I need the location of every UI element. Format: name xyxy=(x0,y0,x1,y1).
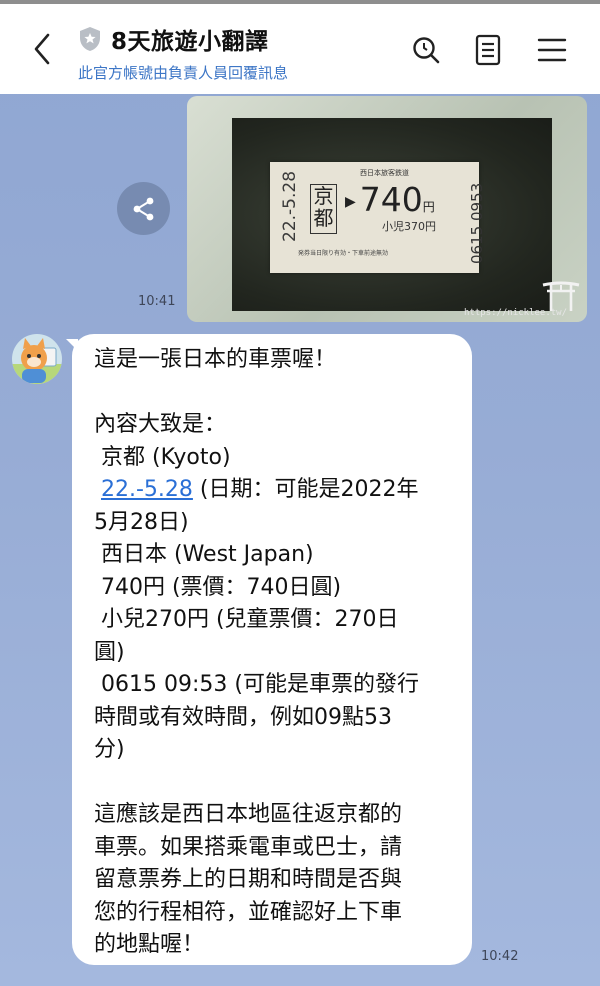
arrow-right-icon: ▶ xyxy=(345,193,356,210)
torii-logo-icon xyxy=(542,281,580,311)
reply-line: 內容大致是： xyxy=(94,412,227,437)
back-button[interactable] xyxy=(22,24,62,74)
reply-line: 車票。如果搭乘電車或巴士，請 xyxy=(94,834,403,860)
hamburger-menu-icon xyxy=(537,38,567,62)
official-shield-icon xyxy=(80,27,100,51)
menu-button[interactable] xyxy=(534,32,570,68)
sent-photo[interactable]: 22.-5.28 京都 西日本旅客鉄道 ▶ 740円 小児370円 発券当日限り有… xyxy=(187,96,587,322)
chevron-left-icon xyxy=(34,33,50,65)
cat-mascot-icon xyxy=(12,338,62,384)
account-subtitle: 此官方帳號由負責人員回覆訊息 xyxy=(78,64,289,82)
bot-avatar[interactable] xyxy=(12,334,62,384)
ticket-station: 京都 xyxy=(310,184,337,234)
ticket-serial: 0615 0953 xyxy=(468,182,486,264)
ticket-price: ▶ 740円 xyxy=(345,180,435,219)
title-row[interactable]: 8天旅遊小翻譯 xyxy=(78,22,269,56)
reply-line-prefix xyxy=(94,477,101,502)
reply-line: 這是一張日本的車票喔！ xyxy=(94,347,337,372)
date-link[interactable]: 22.-5.28 xyxy=(101,477,193,502)
reply-line: 時間或有效時間，例如09點53 xyxy=(94,704,392,730)
ticket-price-value: 740 xyxy=(359,180,423,219)
search-icon xyxy=(413,37,440,64)
ticket-note: 発券当日限り有効・下車前途無効 xyxy=(298,250,389,257)
ticket-child-price: 小児370円 xyxy=(382,220,436,233)
photo-timestamp: 10:41 xyxy=(138,294,176,309)
reply-line: 京都 (Kyoto) xyxy=(94,444,231,470)
share-button[interactable] xyxy=(117,182,170,235)
reply-line: 小兒270円 (兒童票價：270日 xyxy=(94,607,399,632)
reply-timestamp: 10:42 xyxy=(481,949,519,964)
ticket-company: 西日本旅客鉄道 xyxy=(360,169,409,177)
reply-line: 分) xyxy=(94,737,125,762)
reply-line-suffix: (日期：可能是2022年 xyxy=(192,477,419,502)
ticket-date: 22.-5.28 xyxy=(280,170,300,242)
notes-button[interactable] xyxy=(470,32,506,68)
chat-area[interactable]: 22.-5.28 京都 西日本旅客鉄道 ▶ 740円 小児370円 発券当日限り有… xyxy=(0,94,600,986)
reply-line: 留意票券上的日期和時間是否與 xyxy=(94,867,403,892)
share-icon xyxy=(133,197,153,220)
train-ticket: 22.-5.28 京都 西日本旅客鉄道 ▶ 740円 小児370円 発券当日限り有… xyxy=(270,162,486,273)
reply-line: 5月28日) xyxy=(94,509,189,535)
note-icon xyxy=(475,34,501,66)
reply-line: 西日本 (West Japan) xyxy=(94,542,314,567)
chat-header: 8天旅遊小翻譯 此官方帳號由負責人員回覆訊息 xyxy=(0,0,600,94)
reply-line: 這應該是西日本地區往返京都的 xyxy=(94,802,403,827)
reply-line: 您的行程相符，並確認好上下車 xyxy=(94,899,403,925)
reply-line: 的地點喔！ xyxy=(94,932,205,957)
reply-line-with-link: 22.-5.28 (日期：可能是2022年 xyxy=(94,474,450,507)
ticket-price-unit: 円 xyxy=(422,200,435,214)
reply-line: 740円 (票價：740日圓) xyxy=(94,574,342,600)
reply-line: 0615 09:53 (可能是車票的發行 xyxy=(94,672,419,697)
reply-message-bubble[interactable]: 這是一張日本的車票喔！ 內容大致是： 京都 (Kyoto) 22.-5.28 (… xyxy=(72,334,472,965)
reply-line: 圓) xyxy=(94,639,125,665)
chat-title: 8天旅遊小翻譯 xyxy=(111,29,269,55)
search-button[interactable] xyxy=(408,32,444,68)
